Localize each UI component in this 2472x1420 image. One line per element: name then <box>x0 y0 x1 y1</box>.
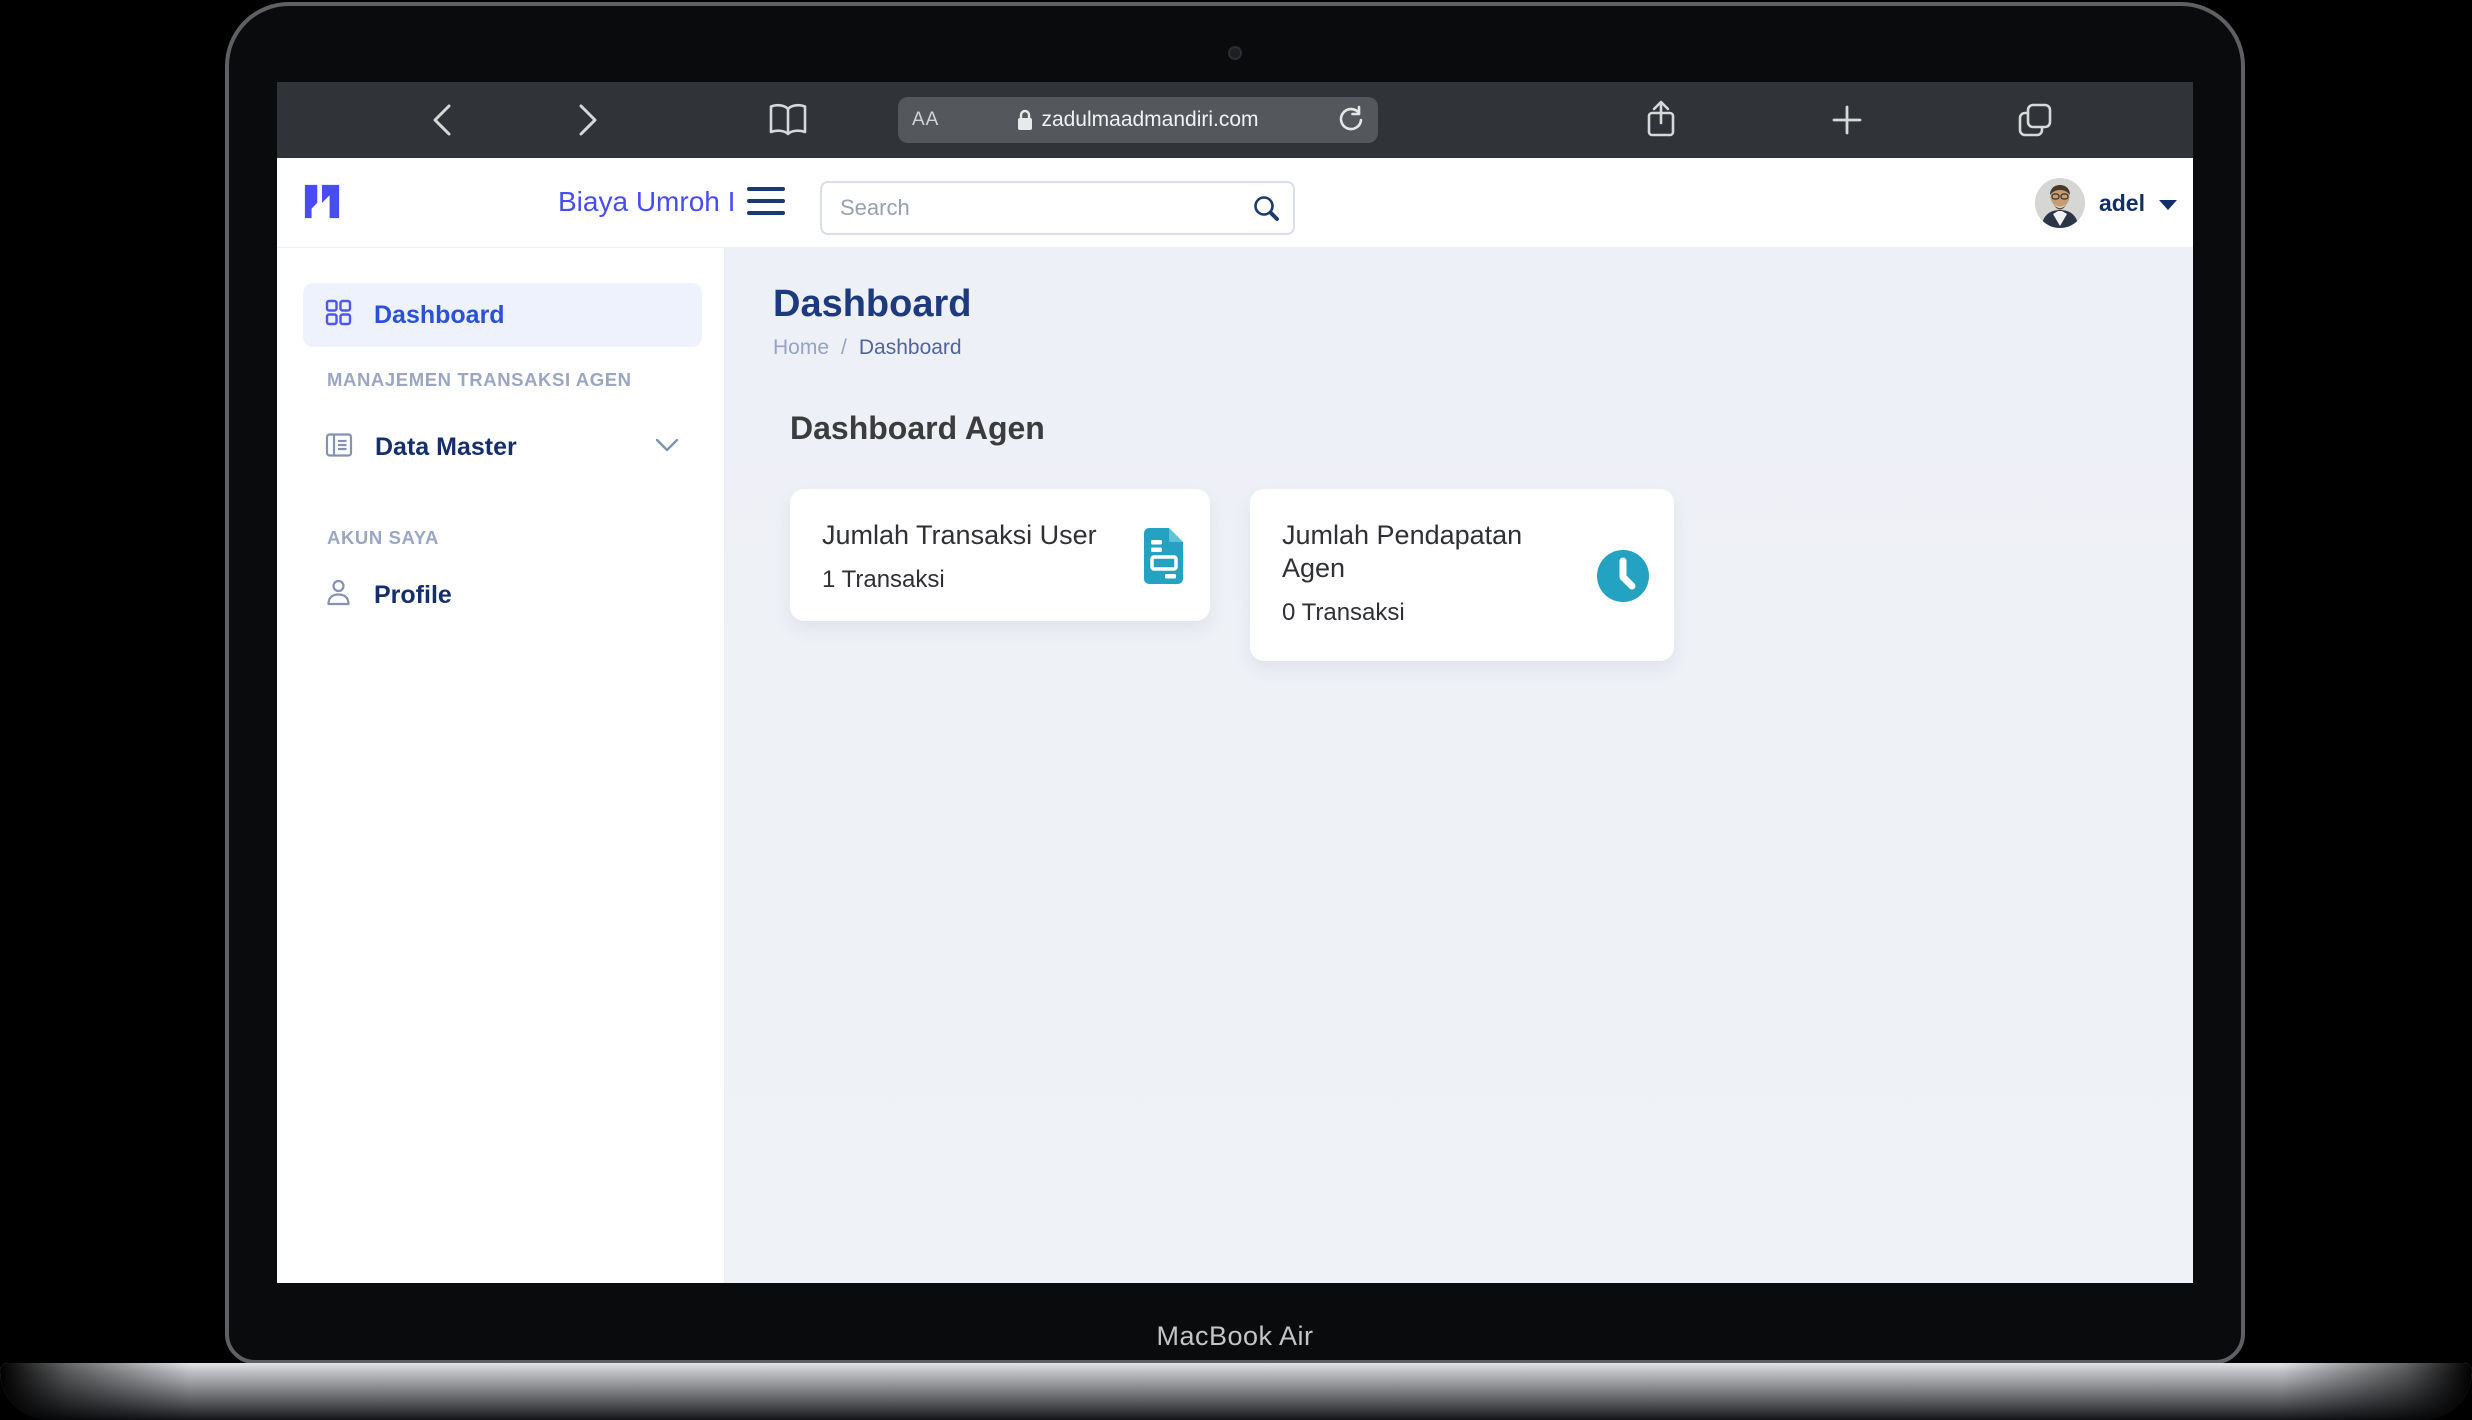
search-input[interactable] <box>820 181 1295 235</box>
new-tab-plus-icon[interactable] <box>1829 82 1865 158</box>
card-title: Jumlah Pendapatan Agen <box>1282 519 1582 585</box>
breadcrumb-current: Dashboard <box>859 336 962 360</box>
sidebar-item-label: Data Master <box>375 433 517 462</box>
stat-cards: Jumlah Transaksi User 1 Transaksi Jumlah… <box>790 489 2193 661</box>
back-icon[interactable] <box>427 82 457 158</box>
user-icon <box>325 578 352 612</box>
reload-icon[interactable] <box>1336 105 1366 140</box>
sidebar-item-dashboard[interactable]: Dashboard <box>303 283 702 347</box>
card-value: 0 Transaksi <box>1282 599 1642 627</box>
card-title: Jumlah Transaksi User <box>822 519 1178 552</box>
page-title: Dashboard <box>773 283 2193 326</box>
menu-toggle-icon[interactable] <box>747 187 785 223</box>
text-size-button[interactable]: AA <box>912 109 939 131</box>
breadcrumb-separator: / <box>841 336 847 360</box>
sidebar-section-akun: AKUN SAYA <box>327 527 724 549</box>
user-menu[interactable]: adel <box>2035 178 2177 228</box>
sidebar: Dashboard MANAJEMEN TRANSAKSI AGEN Data … <box>277 248 725 1283</box>
address-bar[interactable]: AA zadulmaadmandiri.com <box>898 97 1378 143</box>
chevron-down-icon <box>2159 200 2177 210</box>
browser-toolbar: AA zadulmaadmandiri.com <box>277 82 2193 158</box>
sidebar-item-data-master[interactable]: Data Master <box>303 415 702 479</box>
device-label: MacBook Air <box>229 1321 2241 1352</box>
bookmarks-book-icon[interactable] <box>767 82 809 158</box>
url-text: zadulmaadmandiri.com <box>1041 108 1258 132</box>
share-icon[interactable] <box>1641 82 1681 158</box>
sidebar-item-label: Profile <box>374 581 452 610</box>
main-content: Dashboard Home / Dashboard Dashboard Age… <box>725 248 2193 1283</box>
card-value: 1 Transaksi <box>822 566 1178 594</box>
grid-icon <box>325 299 352 331</box>
sidebar-item-profile[interactable]: Profile <box>303 563 702 627</box>
document-icon <box>1140 527 1186 590</box>
clock-icon <box>1596 549 1650 608</box>
screen: AA zadulmaadmandiri.com <box>277 82 2193 1283</box>
sidebar-item-label: Dashboard <box>374 301 505 330</box>
card-transaksi-user[interactable]: Jumlah Transaksi User 1 Transaksi <box>790 489 1210 621</box>
user-name: adel <box>2099 190 2145 217</box>
tabs-overview-icon[interactable] <box>2013 82 2057 158</box>
brand-name[interactable]: Biaya Umroh I <box>558 186 738 218</box>
webcam-dot <box>1228 46 1242 60</box>
avatar <box>2035 178 2085 228</box>
laptop-base <box>0 1363 2472 1420</box>
breadcrumb-home[interactable]: Home <box>773 336 829 360</box>
brand-logo-icon[interactable] <box>303 179 341 228</box>
app-body: Dashboard MANAJEMEN TRANSAKSI AGEN Data … <box>277 248 2193 1283</box>
app-header: Biaya Umroh I adel <box>277 158 2193 248</box>
card-pendapatan-agen[interactable]: Jumlah Pendapatan Agen 0 Transaksi <box>1250 489 1674 661</box>
lock-icon <box>1017 109 1033 131</box>
sidebar-section-transaksi: MANAJEMEN TRANSAKSI AGEN <box>327 369 724 391</box>
forward-icon[interactable] <box>573 82 603 158</box>
search-icon[interactable] <box>1251 194 1281 229</box>
list-icon <box>325 431 353 464</box>
section-title: Dashboard Agen <box>790 410 2193 447</box>
laptop-lid: AA zadulmaadmandiri.com <box>225 2 2245 1364</box>
breadcrumb: Home / Dashboard <box>773 336 2193 360</box>
chevron-down-icon <box>654 437 680 458</box>
header-search <box>820 181 1295 235</box>
